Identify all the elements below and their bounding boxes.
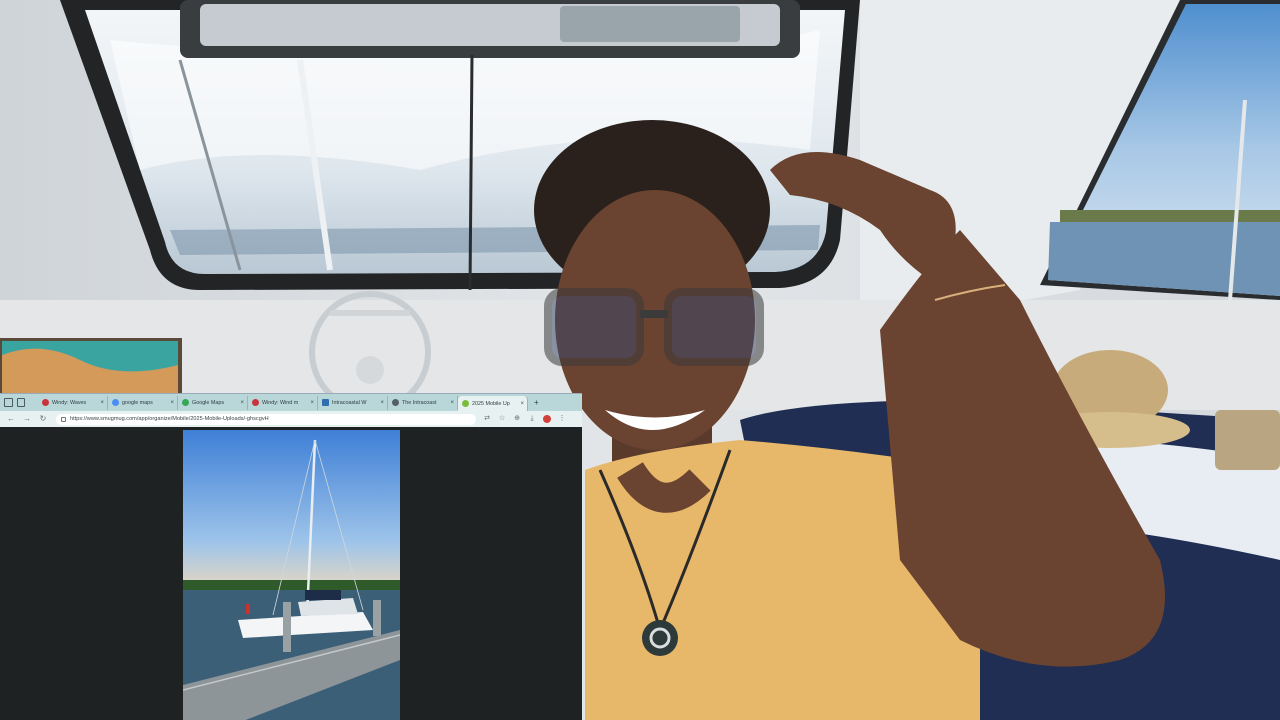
tab-label: Windy: Waves: [52, 399, 87, 406]
globe-favicon-icon: [392, 399, 399, 406]
maps-favicon-icon: [182, 399, 189, 406]
tab-search-icon[interactable]: [17, 398, 25, 407]
site-info-icon[interactable]: [61, 416, 66, 422]
tab-google-maps[interactable]: Google Maps ×: [178, 395, 248, 410]
tab-close-icon[interactable]: ×: [240, 400, 244, 406]
tab-close-icon[interactable]: ×: [450, 400, 454, 406]
forward-arrow-icon[interactable]: →: [22, 414, 32, 424]
extension-icon[interactable]: ⊕: [513, 415, 521, 423]
tab-the-intracoastal[interactable]: The Intracoast ×: [388, 395, 458, 410]
tab-label: Windy: Wind m: [262, 399, 299, 406]
window-icon[interactable]: [4, 398, 13, 407]
browser-toolbar: ← → ↻ https://www.smugmug.com/app/organi…: [0, 411, 582, 427]
tab-strip: Windy: Waves × google maps × Google Maps…: [0, 394, 582, 412]
tab-intracoastal-waterway[interactable]: Intracoastal W ×: [318, 395, 388, 410]
tab-2025-mobile-uploads[interactable]: 2025 Mobile Up ×: [458, 395, 528, 412]
browser-window: Windy: Waves × google maps × Google Maps…: [0, 393, 582, 720]
windy-favicon-icon: [252, 399, 259, 406]
catamaran-photo-image: [183, 430, 400, 720]
tab-windy-waves[interactable]: Windy: Waves ×: [38, 395, 108, 410]
reload-icon[interactable]: ↻: [38, 414, 48, 424]
url-text: https://www.smugmug.com/app/organize/Mob…: [70, 416, 269, 422]
menu-dots-icon[interactable]: ⋮: [558, 415, 566, 423]
tab-close-icon[interactable]: ×: [310, 400, 314, 406]
video-frame: Windy: Waves × google maps × Google Maps…: [0, 0, 1280, 720]
smugmug-favicon-icon: [462, 400, 469, 407]
download-icon[interactable]: ⤓: [528, 415, 536, 423]
site-favicon-icon: [322, 399, 329, 406]
bookmark-star-icon[interactable]: ☆: [498, 415, 506, 423]
translate-icon[interactable]: ⇄: [483, 415, 491, 423]
tab-google-maps-search[interactable]: google maps ×: [108, 395, 178, 410]
address-bar[interactable]: https://www.smugmug.com/app/organize/Mob…: [56, 413, 476, 425]
profile-avatar[interactable]: [543, 415, 551, 423]
tab-close-icon[interactable]: ×: [170, 400, 174, 406]
tab-label: google maps: [122, 399, 153, 406]
tab-label: Google Maps: [192, 399, 225, 406]
tab-label: 2025 Mobile Up: [472, 400, 510, 407]
tab-close-icon[interactable]: ×: [520, 401, 524, 407]
new-tab-button[interactable]: +: [534, 398, 539, 407]
catamaran-photo[interactable]: [183, 430, 400, 720]
tab-close-icon[interactable]: ×: [380, 400, 384, 406]
tab-close-icon[interactable]: ×: [100, 400, 104, 406]
page-viewport: [3, 430, 581, 720]
tab-label: The Intracoast: [402, 399, 437, 406]
tab-label: Intracoastal W: [332, 399, 367, 406]
windy-favicon-icon: [42, 399, 49, 406]
google-favicon-icon: [112, 399, 119, 406]
back-arrow-icon[interactable]: ←: [6, 414, 16, 424]
tab-windy-wind[interactable]: Windy: Wind m ×: [248, 395, 318, 410]
